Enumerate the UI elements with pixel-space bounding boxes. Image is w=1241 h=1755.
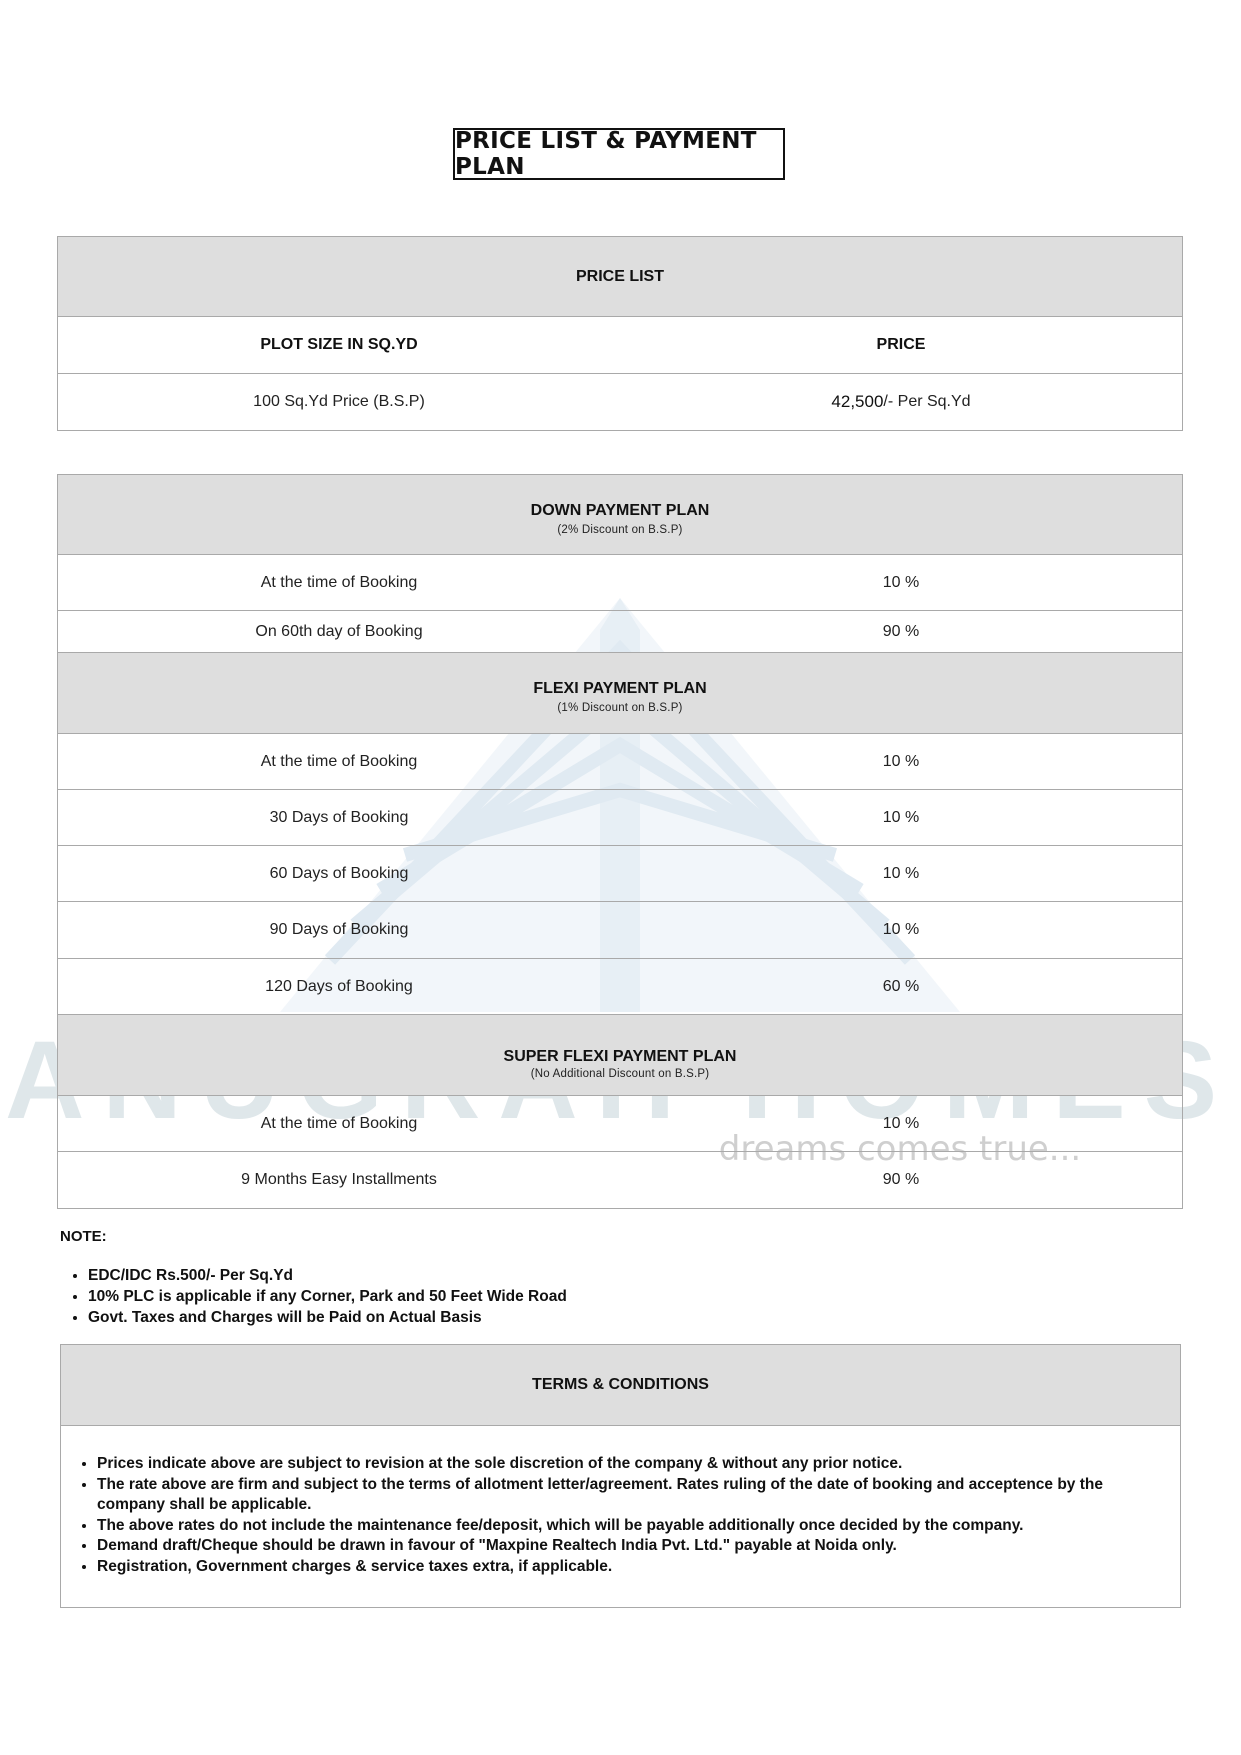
- list-item: EDC/IDC Rs.500/- Per Sq.Yd: [88, 1265, 1180, 1286]
- stage-label: 9 Months Easy Installments: [241, 1171, 437, 1188]
- note-label: NOTE:: [60, 1228, 107, 1245]
- stage-percent: 60 %: [882, 977, 920, 995]
- terms-body: Prices indicate above are subject to rev…: [61, 1426, 1180, 1607]
- table-row: On 60th day of Booking 90 %: [58, 611, 1182, 653]
- stage-percent: 10 %: [882, 752, 920, 770]
- column-header-price: PRICE: [876, 336, 926, 353]
- terms-title: TERMS & CONDITIONS: [532, 1376, 709, 1393]
- stage-percent: 10 %: [882, 921, 920, 938]
- down-payment-discount: (2% Discount on B.S.P): [557, 523, 683, 536]
- plot-size-cell: 100 Sq.Yd Price (B.S.P): [253, 393, 425, 410]
- stage-percent: 10 %: [882, 573, 920, 591]
- price-cell: 42,500 /- Per Sq.Yd: [620, 374, 1182, 430]
- payment-plan-table: DOWN PAYMENT PLAN (2% Discount on B.S.P)…: [57, 474, 1183, 1209]
- stage-percent: 90 %: [882, 1171, 920, 1188]
- column-header-size: PLOT SIZE IN SQ.YD: [260, 336, 418, 353]
- flexi-payment-title: FLEXI PAYMENT PLAN: [533, 680, 707, 697]
- super-flexi-title: SUPER FLEXI PAYMENT PLAN: [503, 1048, 737, 1065]
- list-item: Govt. Taxes and Charges will be Paid on …: [88, 1307, 1180, 1328]
- terms-list: Prices indicate above are subject to rev…: [71, 1454, 1160, 1577]
- page-title: PRICE LIST & PAYMENT PLAN: [453, 128, 785, 180]
- stage-percent: 10 %: [882, 808, 920, 826]
- list-item: The above rates do not include the maint…: [97, 1516, 1160, 1537]
- list-item: Registration, Government charges & servi…: [97, 1557, 1160, 1578]
- table-row: 9 Months Easy Installments 90 %: [58, 1152, 1182, 1208]
- list-item: The rate above are firm and subject to t…: [97, 1475, 1160, 1516]
- list-item: 10% PLC is applicable if any Corner, Par…: [88, 1286, 1180, 1307]
- down-payment-title: DOWN PAYMENT PLAN: [530, 501, 710, 519]
- price-list-header: PRICE LIST: [58, 237, 1182, 317]
- stage-percent: 10 %: [882, 864, 920, 882]
- price-unit: /- Per Sq.Yd: [883, 393, 971, 410]
- stage-label: On 60th day of Booking: [255, 622, 423, 640]
- note-list: EDC/IDC Rs.500/- Per Sq.Yd 10% PLC is ap…: [60, 1265, 1180, 1328]
- price-list-table: PRICE LIST PLOT SIZE IN SQ.YD PRICE 100 …: [57, 236, 1183, 431]
- table-row: 100 Sq.Yd Price (B.S.P) 42,500 /- Per Sq…: [58, 374, 1182, 430]
- price-list-title: PRICE LIST: [575, 267, 664, 285]
- terms-header: TERMS & CONDITIONS: [61, 1345, 1180, 1426]
- price-amount: 42,500: [831, 392, 884, 411]
- table-row: At the time of Booking 10 %: [58, 734, 1182, 790]
- super-flexi-header: SUPER FLEXI PAYMENT PLAN (No Additional …: [58, 1015, 1182, 1096]
- super-flexi-discount: (No Additional Discount on B.S.P): [530, 1068, 710, 1080]
- table-row: At the time of Booking 10 %: [58, 555, 1182, 611]
- stage-label: 120 Days of Booking: [265, 977, 413, 995]
- note-section: NOTE: EDC/IDC Rs.500/- Per Sq.Yd 10% PLC…: [60, 1228, 1180, 1328]
- stage-label: 90 Days of Booking: [269, 921, 409, 938]
- table-row: 90 Days of Booking 10 %: [58, 902, 1182, 959]
- stage-label: 60 Days of Booking: [269, 864, 409, 882]
- table-row: 120 Days of Booking 60 %: [58, 959, 1182, 1015]
- terms-table: TERMS & CONDITIONS Prices indicate above…: [60, 1344, 1181, 1608]
- stage-percent: 90 %: [882, 622, 920, 640]
- table-row: At the time of Booking 10 %: [58, 1096, 1182, 1152]
- stage-percent: 10 %: [882, 1114, 920, 1132]
- stage-label: At the time of Booking: [260, 1114, 418, 1132]
- down-payment-header: DOWN PAYMENT PLAN (2% Discount on B.S.P): [58, 475, 1182, 555]
- list-item: Prices indicate above are subject to rev…: [97, 1454, 1160, 1475]
- stage-label: At the time of Booking: [260, 573, 418, 591]
- table-row: 60 Days of Booking 10 %: [58, 846, 1182, 902]
- table-row: PLOT SIZE IN SQ.YD PRICE: [58, 317, 1182, 374]
- flexi-payment-header: FLEXI PAYMENT PLAN (1% Discount on B.S.P…: [58, 653, 1182, 734]
- stage-label: At the time of Booking: [260, 752, 418, 770]
- flexi-payment-discount: (1% Discount on B.S.P): [557, 702, 683, 714]
- table-row: 30 Days of Booking 10 %: [58, 790, 1182, 846]
- stage-label: 30 Days of Booking: [269, 808, 409, 826]
- list-item: Demand draft/Cheque should be drawn in f…: [97, 1536, 1160, 1557]
